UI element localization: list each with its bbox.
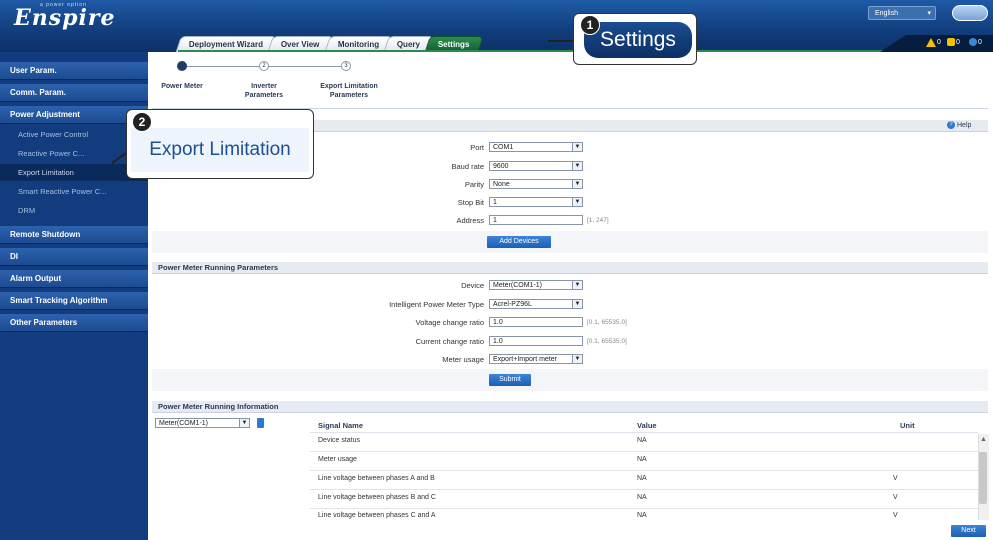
step-2-label: Inverter Parameters — [244, 83, 284, 99]
info-alarm-icon — [969, 38, 977, 46]
logo-tagline: a power option — [40, 2, 87, 8]
row-1-name: Device status — [318, 437, 361, 444]
submit-bar — [152, 369, 988, 391]
scroll-up-icon[interactable]: ▲ — [980, 436, 987, 443]
step-1-label: Power Meter — [161, 83, 203, 90]
meter-usage-select[interactable]: Export+Import meter ▼ — [489, 354, 583, 364]
chevron-down-icon: ▼ — [572, 300, 582, 308]
chevron-down-icon: ▼ — [239, 419, 249, 427]
warning-alarm-indicator[interactable]: 0 — [969, 38, 982, 46]
header-divider — [310, 432, 978, 433]
port-select[interactable]: COM1 ▼ — [489, 142, 583, 152]
chevron-down-icon: ▼ — [572, 355, 582, 363]
address-label: Address — [456, 216, 484, 225]
parity-select[interactable]: None ▼ — [489, 179, 583, 189]
row-3-value: NA — [637, 475, 647, 482]
col-signal-name: Signal Name — [318, 421, 364, 430]
parity-label: Parity — [464, 180, 484, 189]
device-select[interactable]: Meter(COM1-1) ▼ — [489, 280, 583, 290]
stop-bit-select[interactable]: 1 ▼ — [489, 197, 583, 207]
row-3-name: Line voltage between phases A and B — [318, 475, 435, 482]
row-2-name: Meter usage — [318, 456, 357, 463]
alarm-strip-edge — [880, 35, 906, 52]
voltage-ratio-input[interactable]: 1.0 — [489, 317, 583, 327]
row-4-unit: V — [893, 494, 898, 501]
col-value: Value — [637, 421, 657, 430]
sidebar-item-other-parameters[interactable]: Other Parameters — [0, 314, 148, 332]
chevron-down-icon: ▼ — [572, 180, 582, 188]
warning-triangle-icon — [926, 38, 936, 47]
sidebar-item-user-param[interactable]: User Param. — [0, 62, 148, 80]
submit-button[interactable]: Submit — [489, 374, 531, 386]
minor-alarm-icon — [947, 38, 955, 46]
baud-rate-select[interactable]: 9600 ▼ — [489, 161, 583, 171]
chevron-down-icon: ▼ — [572, 162, 582, 170]
sidebar-subitem-drm[interactable]: DRM — [0, 202, 148, 219]
add-devices-button[interactable]: Add Devices — [487, 236, 551, 248]
row-5-value: NA — [637, 512, 647, 519]
meter-usage-label: Meter usage — [442, 355, 484, 364]
voltage-ratio-hint: [0.1, 65535.0] — [587, 319, 627, 326]
running-info-header: Power Meter Running Information — [152, 401, 988, 413]
info-device-select[interactable]: Meter(COM1-1) ▼ — [155, 418, 250, 428]
current-ratio-input[interactable]: 1.0 — [489, 336, 583, 346]
scrollbar-thumb[interactable] — [979, 452, 987, 504]
sidebar-item-comm-param[interactable]: Comm. Param. — [0, 84, 148, 102]
user-icon[interactable] — [952, 5, 988, 21]
baud-rate-label: Baud rate — [451, 162, 484, 171]
help-icon: ? — [947, 121, 955, 129]
row-3-unit: V — [893, 475, 898, 482]
chevron-down-icon: ▼ — [572, 281, 582, 289]
add-devices-bar — [152, 231, 988, 253]
sidebar-item-smart-tracking[interactable]: Smart Tracking Algorithm — [0, 292, 148, 310]
sidebar-item-remote-shutdown[interactable]: Remote Shutdown — [0, 226, 148, 244]
delete-icon[interactable] — [257, 418, 264, 428]
row-4-name: Line voltage between phases B and C — [318, 494, 436, 501]
chevron-down-icon: ▼ — [572, 143, 582, 151]
device-label: Device — [461, 281, 484, 290]
sidebar-item-alarm-output[interactable]: Alarm Output — [0, 270, 148, 288]
chevron-down-icon: ▾ — [927, 10, 931, 17]
current-ratio-label: Current change ratio — [415, 337, 484, 346]
sidebar-subitem-smart-reactive-power[interactable]: Smart Reactive Power C... — [0, 183, 148, 200]
callout-1-text: Settings — [584, 22, 692, 58]
voltage-ratio-label: Voltage change ratio — [415, 318, 484, 327]
row-divider — [310, 470, 978, 471]
minor-alarm-indicator[interactable]: 0 — [947, 38, 960, 46]
chevron-down-icon: ▼ — [572, 198, 582, 206]
row-5-name: Line voltage between phases C and A — [318, 512, 436, 519]
step-1-circle — [177, 61, 187, 71]
step-3-circle: 3 — [341, 61, 351, 71]
row-1-value: NA — [637, 437, 647, 444]
row-2-value: NA — [637, 456, 647, 463]
callout-1-badge: 1 — [580, 15, 600, 35]
running-params-header: Power Meter Running Parameters — [152, 262, 988, 274]
address-input[interactable]: 1 — [489, 215, 583, 225]
sidebar-item-di[interactable]: DI — [0, 248, 148, 266]
row-5-unit: V — [893, 512, 898, 519]
port-label: Port — [470, 143, 484, 152]
meter-type-label: Intelligent Power Meter Type — [389, 300, 484, 309]
top-header: Enspire a power option Deployment Wizard… — [0, 0, 993, 53]
row-divider — [310, 451, 978, 452]
current-ratio-hint: [0.1, 65535.0] — [587, 338, 627, 345]
next-button[interactable]: Next — [951, 525, 986, 537]
major-alarm-indicator[interactable]: 0 — [926, 38, 941, 47]
meter-type-select[interactable]: Acrel-PZ96L ▼ — [489, 299, 583, 309]
row-4-value: NA — [637, 494, 647, 501]
language-select[interactable]: English ▾ — [868, 6, 936, 20]
stop-bit-label: Stop Bit — [457, 198, 484, 207]
row-divider — [310, 489, 978, 490]
col-unit: Unit — [900, 421, 915, 430]
enspire-logo: Enspire — [14, 5, 116, 31]
callout-2-text: Export Limitation — [131, 128, 309, 172]
address-range-hint: [1, 247] — [587, 217, 609, 224]
row-divider — [310, 508, 978, 509]
callout-2-badge: 2 — [132, 112, 152, 132]
step-2-circle: 2 — [259, 61, 269, 71]
step-3-label: Export Limitation Parameters — [320, 83, 378, 99]
help-link[interactable]: ? Help — [947, 121, 971, 129]
